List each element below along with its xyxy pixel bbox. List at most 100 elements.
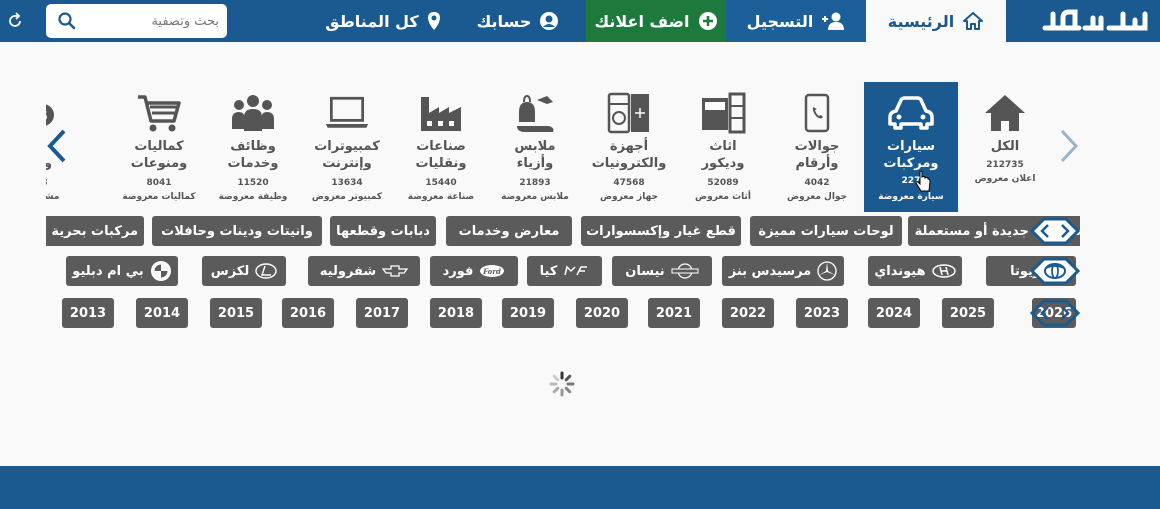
year-row: 2026 2025 2024 2023 2022 2021 2020 2019 …: [46, 298, 1080, 328]
chip-label: 2021: [655, 305, 693, 321]
row-scroll-arrow-icon[interactable]: [1030, 216, 1080, 246]
fashion-icon: [512, 90, 558, 136]
hyundai-logo-icon: [931, 264, 956, 278]
chip-label: مرسيدس بنز: [728, 263, 812, 279]
year-chip[interactable]: 2017: [356, 298, 408, 328]
nav-add-ad[interactable]: اضف اعلانك: [586, 0, 726, 42]
bmw-logo-icon: [150, 261, 171, 281]
brand-lexus[interactable]: لكزس: [202, 256, 286, 286]
category-all[interactable]: الكل 212735 اعلان معروض: [958, 82, 1052, 212]
subcategory-trucks[interactable]: وانيتات ودينات وحافلات: [152, 216, 322, 246]
category-sub: أثاث معروض: [695, 192, 751, 202]
chip-label: 2022: [729, 305, 767, 321]
svg-text:$: $: [46, 108, 48, 124]
appliance-icon: [606, 90, 652, 136]
category-count: 7848: [46, 178, 82, 188]
cart-icon: [136, 90, 182, 136]
nissan-logo-icon: [671, 263, 699, 279]
plus-circle-icon: [698, 12, 717, 30]
site-logo[interactable]: [1033, 0, 1160, 42]
category-name: جوالات وأرقام: [794, 139, 840, 171]
category-name: سيارات ومركبات: [883, 139, 939, 171]
chip-label: قطع غيار وإكسسوارات: [586, 223, 736, 239]
brand-mercedes[interactable]: مرسيدس بنز: [722, 256, 844, 286]
category-fashion[interactable]: ملابس وأزياء 21893 ملابس معروضة: [488, 82, 582, 212]
year-chip[interactable]: 2019: [502, 298, 554, 328]
home-icon: [982, 90, 1028, 136]
refresh-icon[interactable]: [6, 12, 24, 30]
category-count: 227: [901, 176, 921, 186]
ford-logo-icon: Ford: [480, 265, 505, 277]
brand-ford[interactable]: فورد Ford: [430, 256, 518, 286]
category-count: 8041: [146, 178, 172, 188]
category-accessories[interactable]: كماليات ومنوعات 8041 كماليات معروضة: [112, 82, 206, 212]
category-sub: ملابس معروضة: [501, 192, 569, 202]
category-count: 47568: [613, 178, 645, 188]
nav-register[interactable]: التسجيل: [726, 0, 866, 42]
chip-label: 2018: [437, 305, 475, 321]
year-chip[interactable]: 2022: [722, 298, 774, 328]
chevron-right-icon[interactable]: [1058, 128, 1080, 164]
category-name: اثاث وديكور: [701, 139, 745, 171]
year-chip[interactable]: 2025: [942, 298, 994, 328]
subcategory-motorcycles[interactable]: دبابات وقطعها: [330, 216, 436, 246]
location-pin-icon: [427, 12, 440, 30]
subcategory-parts[interactable]: قطع غيار وإكسسوارات: [581, 216, 741, 246]
category-count: 11520: [237, 178, 269, 188]
category-appliances[interactable]: أجهزة والكترونيات 47568 جهاز معروض: [582, 82, 676, 212]
year-chip[interactable]: 2016: [282, 298, 334, 328]
brand-bmw[interactable]: بي ام دبليو: [66, 256, 178, 286]
add-user-icon: [822, 12, 845, 30]
chip-label: 2014: [143, 305, 181, 321]
laptop-icon: [324, 90, 370, 136]
year-chip[interactable]: 2024: [868, 298, 920, 328]
nav-regions[interactable]: كل المناطق: [316, 0, 450, 42]
category-count: 15440: [425, 178, 457, 188]
chip-label: 2025: [949, 305, 987, 321]
year-chip[interactable]: 2014: [136, 298, 188, 328]
row-scroll-arrow-icon[interactable]: [1030, 298, 1080, 328]
kia-logo-icon: [564, 265, 588, 276]
subcategory-showrooms[interactable]: معارض وخدمات: [446, 216, 572, 246]
mercedes-logo-icon: [817, 261, 837, 281]
category-furniture[interactable]: اثاث وديكور 52089 أثاث معروض: [676, 82, 770, 212]
category-name: كمبيوترات وإنترنت: [314, 139, 380, 171]
row-scroll-arrow-icon[interactable]: [1030, 256, 1080, 286]
category-computers[interactable]: كمبيوترات وإنترنت 13634 كمبيوتر معروض: [300, 82, 394, 212]
category-cars[interactable]: سيارات ومركبات 227 سيارة معروضة: [864, 82, 958, 212]
search-icon[interactable]: [58, 12, 76, 30]
search-input[interactable]: [84, 4, 219, 38]
brand-nissan[interactable]: نيسان: [612, 256, 712, 286]
nav-home-label: الرئيسية: [887, 11, 955, 31]
year-chip[interactable]: 2015: [210, 298, 262, 328]
category-name: أجهزة والكترونيات: [591, 139, 667, 171]
chip-label: دبابات وقطعها: [336, 223, 430, 239]
category-jobs[interactable]: وظائف وخدمات 11520 وظيفة معروضة: [206, 82, 300, 212]
category-count: 21893: [519, 178, 551, 188]
car-icon: [888, 90, 934, 136]
brand-chevrolet[interactable]: شفروليه: [308, 256, 420, 286]
brand-kia[interactable]: كيا: [527, 256, 602, 286]
chevron-left-icon[interactable]: [46, 128, 68, 164]
brand-hyundai[interactable]: هيونداي: [868, 256, 962, 286]
search-box[interactable]: [46, 4, 227, 38]
year-chip[interactable]: 2018: [430, 298, 482, 328]
year-chip[interactable]: 2013: [62, 298, 114, 328]
subcategory-marine[interactable]: مركبات بحرية: [46, 216, 144, 246]
category-phones[interactable]: جوالات وأرقام 4042 جوال معروض: [770, 82, 864, 212]
category-sub: جهاز معروض: [599, 192, 659, 202]
chip-label: بي ام دبليو: [72, 263, 144, 279]
nav-home[interactable]: الرئيسية: [866, 0, 1006, 42]
category-sub: كماليات معروضة: [122, 192, 196, 202]
year-chip[interactable]: 2023: [796, 298, 848, 328]
year-chip[interactable]: 2021: [648, 298, 700, 328]
subcategory-row: سيارات جديدة أو مستعملة لوحات سيارات ممي…: [46, 216, 1080, 246]
chip-label: كيا: [539, 263, 558, 279]
nav-account[interactable]: حسابك: [450, 0, 586, 42]
category-industry[interactable]: صناعات ونقليات 15440 صناعة معروضة: [394, 82, 488, 212]
category-sub: صناعة معروضة: [407, 192, 475, 202]
year-chip[interactable]: 2020: [576, 298, 628, 328]
nav-regions-label: كل المناطق: [325, 11, 419, 31]
subcategory-plates[interactable]: لوحات سيارات مميزة: [750, 216, 902, 246]
furniture-icon: [700, 90, 746, 136]
